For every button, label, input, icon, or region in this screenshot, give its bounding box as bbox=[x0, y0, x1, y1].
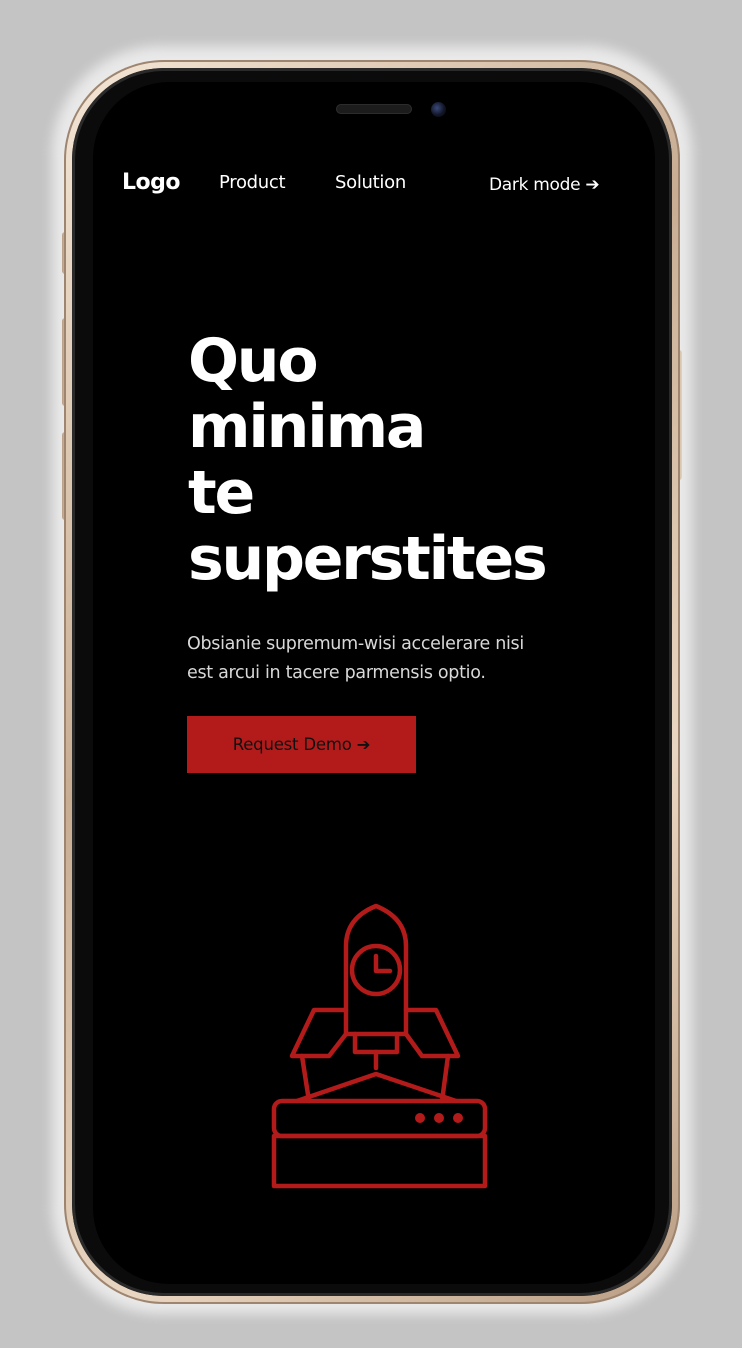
request-demo-button[interactable]: Request Demo ➔ bbox=[187, 716, 416, 773]
top-nav: Logo Product Solution Dark mode ➔ bbox=[93, 170, 655, 200]
nav-link-solution[interactable]: Solution bbox=[335, 172, 406, 193]
dark-mode-toggle[interactable]: Dark mode ➔ bbox=[489, 175, 600, 195]
hero-title-line: te bbox=[188, 458, 255, 528]
hero-title-line: Quo bbox=[188, 326, 319, 396]
phone-screen: Logo Product Solution Dark mode ➔ Quo mi… bbox=[93, 82, 655, 1284]
nav-link-product[interactable]: Product bbox=[219, 172, 286, 193]
speaker-grille bbox=[336, 104, 412, 114]
hero-subtitle-line: Obsianie supremum-wisi accelerare nisi bbox=[187, 634, 524, 654]
hero-title-line: minima bbox=[188, 392, 426, 462]
logo[interactable]: Logo bbox=[122, 170, 181, 195]
hero-subtitle: Obsianie supremum-wisi accelerare nisi e… bbox=[187, 630, 587, 688]
hero-title-line: superstites bbox=[188, 524, 548, 594]
hero-subtitle-line: est arcui in tacere parmensis optio. bbox=[187, 663, 486, 683]
front-camera bbox=[431, 102, 446, 117]
rocket-launch-icon bbox=[271, 903, 488, 1189]
hero-title: Quo minima te superstites bbox=[188, 328, 655, 592]
